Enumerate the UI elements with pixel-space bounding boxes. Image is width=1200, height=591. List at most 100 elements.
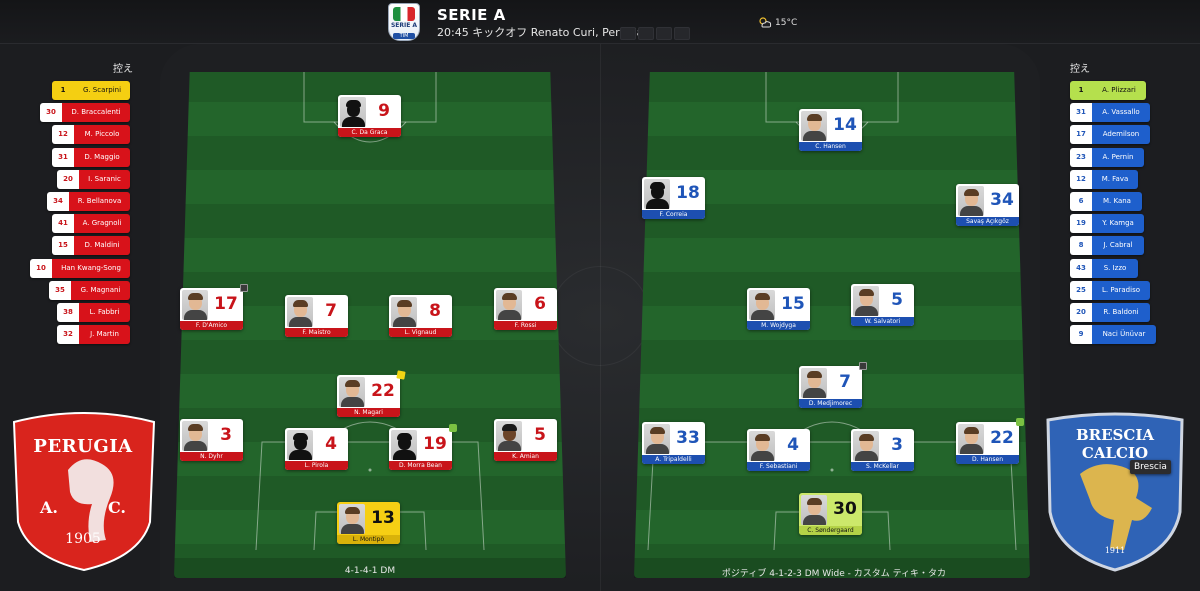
home-sub-item[interactable]: 10 Han Kwang-Song: [30, 258, 130, 278]
player-name: F. Maistro: [285, 328, 348, 337]
home-sub-item[interactable]: 20 I. Saranic: [57, 169, 130, 189]
home-player-card[interactable]: 9 C. Da Graca: [338, 95, 401, 137]
away-player-card[interactable]: 33 A. Tripaldelli: [642, 422, 705, 464]
player-number: 6: [534, 294, 546, 314]
sub-name: M. Fava: [1092, 169, 1138, 189]
condition-icon: [240, 284, 248, 292]
away-sub-item[interactable]: 17 Ademilson: [1070, 125, 1150, 145]
away-player-card[interactable]: 4 F. Sebastiani: [747, 429, 810, 471]
away-subs-title: 控え: [1070, 64, 1090, 75]
player-name: S. McKellar: [851, 462, 914, 471]
away-player-card[interactable]: 3 S. McKellar: [851, 429, 914, 471]
player-number: 9: [378, 101, 390, 121]
home-player-card[interactable]: 19 D. Morra Bean: [389, 424, 457, 470]
crest-letter-c: C.: [107, 498, 126, 517]
away-sub-item[interactable]: 20 R. Baldoni: [1070, 303, 1150, 322]
player-name: K. Amian: [494, 452, 557, 461]
sub-name: L. Fabbri: [79, 303, 130, 322]
home-goalkeeper-card[interactable]: 13 L. Montipò: [337, 502, 400, 544]
player-number: 15: [781, 294, 805, 314]
nationality-icon: [1016, 418, 1024, 426]
home-sub-item[interactable]: 30 D. Braccalenti: [40, 103, 130, 123]
sub-name: M. Kana: [1092, 192, 1142, 211]
home-player-card[interactable]: 8 L. Vignaud: [389, 295, 452, 337]
brescia-crest-year: 1911: [1104, 546, 1126, 555]
partly-cloudy-icon: [759, 17, 772, 28]
player-photo: [749, 431, 775, 461]
away-sub-item[interactable]: 8 J. Cabral: [1070, 236, 1144, 256]
home-sub-item[interactable]: 15 D. Maldini: [52, 236, 130, 256]
yellow-card-icon: [396, 370, 406, 380]
home-player-card[interactable]: 4 L. Pirola: [285, 428, 348, 470]
perugia-crest-letters: A. C.: [40, 498, 126, 517]
player-photo: [496, 421, 522, 451]
away-goalkeeper-card[interactable]: 30 C. Søndergaard: [799, 493, 862, 535]
sub-number: 32: [57, 325, 79, 345]
player-name: C. Søndergaard: [799, 526, 862, 535]
home-formation[interactable]: 4-1-4-1 DM: [174, 566, 566, 576]
home-sub-item[interactable]: 35 G. Magnani: [49, 280, 130, 300]
away-sub-item[interactable]: 31 A. Vassallo: [1070, 103, 1150, 123]
away-sub-item[interactable]: 19 Y. Kamga: [1070, 214, 1144, 234]
player-photo: [339, 377, 365, 407]
away-sub-item[interactable]: 1 A. Plizzari: [1070, 81, 1146, 100]
home-sub-item[interactable]: 32 J. Martin: [57, 325, 130, 345]
home-sub-item[interactable]: 41 A. Gragnoli: [52, 214, 130, 234]
home-sub-item[interactable]: 12 M. Piccolo: [52, 125, 130, 145]
sub-number: 1: [52, 81, 74, 100]
away-sub-item[interactable]: 23 A. Pernin: [1070, 147, 1144, 167]
away-player-card[interactable]: 22 D. Hansen: [956, 418, 1024, 464]
away-player-card[interactable]: 14 C. Hansen: [799, 109, 862, 151]
player-photo: [339, 504, 365, 534]
away-sub-item[interactable]: 43 S. Izzo: [1070, 258, 1138, 278]
home-player-card[interactable]: 17 F. D'Amico: [180, 284, 248, 330]
home-player-card[interactable]: 3 N. Dyhr: [180, 419, 243, 461]
player-name: L. Pirola: [285, 461, 348, 470]
player-number: 4: [325, 434, 337, 454]
player-name: N. Dyhr: [180, 452, 243, 461]
player-photo: [391, 297, 417, 327]
away-player-card[interactable]: 7 D. Medjimorec: [799, 362, 867, 408]
away-player-card[interactable]: 18 F. Correia: [642, 177, 705, 219]
sub-name: A. Vassallo: [1092, 103, 1150, 123]
away-sub-item[interactable]: 9 Naci Ünüvar: [1070, 325, 1156, 345]
away-sub-item[interactable]: 25 L. Paradiso: [1070, 280, 1150, 300]
sub-name: J. Martin: [79, 325, 130, 345]
away-player-card[interactable]: 34 Savaş Açıkgöz: [956, 184, 1019, 226]
sub-number: 38: [57, 303, 79, 322]
player-name: A. Tripaldelli: [642, 455, 705, 464]
sub-name: R. Bellanova: [69, 192, 130, 211]
player-photo: [340, 97, 366, 127]
player-name: N. Magari: [337, 408, 400, 417]
home-player-card[interactable]: 7 F. Maistro: [285, 295, 348, 337]
sub-number: 15: [52, 236, 74, 256]
player-photo: [644, 179, 670, 209]
player-number: 17: [214, 294, 238, 314]
sub-name: Naci Ünüvar: [1092, 325, 1156, 345]
player-photo: [801, 368, 827, 398]
perugia-crest-name: PERUGIA: [33, 436, 133, 457]
player-name: C. Hansen: [799, 142, 862, 151]
home-sub-item[interactable]: 38 L. Fabbri: [57, 303, 130, 322]
player-photo: [182, 421, 208, 451]
sub-number: 12: [1070, 169, 1092, 189]
player-number: 18: [676, 183, 700, 203]
away-player-card[interactable]: 5 W. Salvatori: [851, 284, 914, 326]
home-player-card[interactable]: 5 K. Amian: [494, 419, 557, 461]
sub-number: 23: [1070, 147, 1092, 167]
home-player-card[interactable]: 6 F. Rossi: [494, 288, 557, 330]
player-name: F. Correia: [642, 210, 705, 219]
player-name: D. Morra Bean: [389, 461, 452, 470]
sub-number: 10: [30, 258, 52, 278]
player-name: W. Salvatori: [851, 317, 914, 326]
home-sub-item[interactable]: 34 R. Bellanova: [47, 192, 130, 211]
home-player-card[interactable]: 22 N. Magari: [337, 370, 406, 417]
away-sub-item[interactable]: 12 M. Fava: [1070, 169, 1138, 189]
home-sub-item[interactable]: 1 G. Scarpini: [52, 81, 130, 100]
player-number: 22: [990, 428, 1014, 448]
away-player-card[interactable]: 15 M. Wojdyga: [747, 288, 810, 330]
away-sub-item[interactable]: 6 M. Kana: [1070, 192, 1142, 211]
home-sub-item[interactable]: 31 D. Maggio: [52, 147, 130, 167]
sub-name: A. Pernin: [1092, 147, 1144, 167]
sub-number: 19: [1070, 214, 1092, 234]
